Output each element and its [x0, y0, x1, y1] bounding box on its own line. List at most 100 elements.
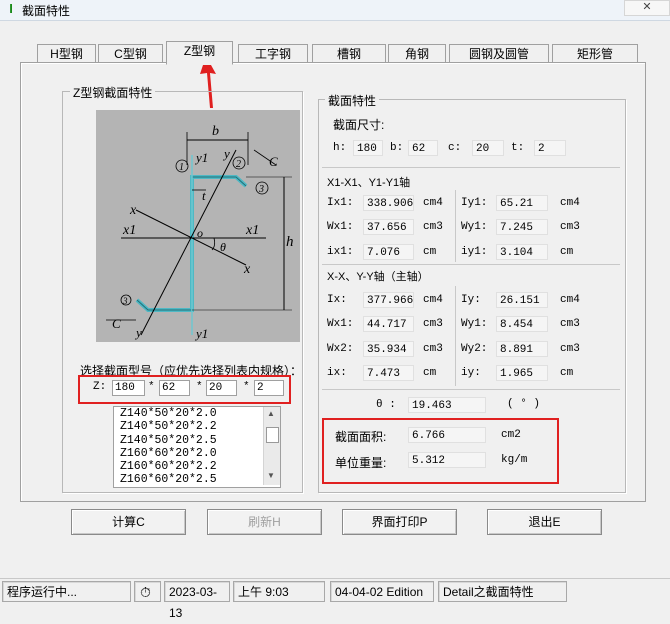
divider-1	[322, 167, 620, 168]
list-item[interactable]: Z140*50*20*2.2	[114, 420, 280, 433]
ix-unit: cm4	[423, 294, 443, 306]
label-x-left: x	[129, 203, 137, 218]
wy1b-value: 8.454	[496, 316, 548, 332]
calculate-button[interactable]: 计算C	[71, 509, 186, 535]
theta-unit: ( ° )	[507, 398, 541, 410]
sep-3: *	[243, 381, 250, 393]
status-state: 程序运行中...	[2, 581, 131, 602]
theta-value: 19.463	[408, 397, 486, 413]
exit-button[interactable]: 退出E	[487, 509, 602, 535]
label-y1-bottom: y1	[194, 326, 208, 341]
listbox-scrollbar[interactable]: ▲ ▼	[263, 407, 280, 485]
divider-v2	[455, 286, 456, 386]
t-input[interactable]	[254, 380, 284, 396]
label-origin: o	[197, 226, 203, 240]
tab-c-steel[interactable]: C型钢	[98, 44, 163, 64]
ix-label: Ix:	[327, 294, 347, 306]
z-section-drawing: b y1 y C 1 2 3 t x x1 o x1 θ x h 3 C y y…	[106, 124, 294, 341]
right-group-title: 截面特性	[325, 92, 380, 109]
status-edition: 04-04-02 Edition	[330, 581, 434, 602]
label-h: h	[286, 234, 294, 250]
refresh-button[interactable]: 刷新H	[207, 509, 322, 535]
status-detail: Detail之截面特性	[438, 581, 567, 602]
iy1r-label: iy1:	[461, 246, 488, 258]
scroll-up-icon[interactable]: ▲	[267, 409, 275, 418]
dim-t-label: t:	[511, 142, 525, 154]
size-label: 截面尺寸:	[333, 118, 385, 132]
spec-listbox[interactable]: Z140*50*20*2.0 Z140*50*20*2.2 Z140*50*20…	[113, 406, 281, 488]
tab-z-steel[interactable]: Z型钢	[166, 41, 233, 65]
wy2-label: Wy2:	[461, 343, 488, 355]
scroll-down-icon[interactable]: ▼	[267, 471, 275, 480]
area-value: 6.766	[408, 427, 486, 443]
tab-angle[interactable]: 角钢	[388, 44, 446, 64]
app-icon: I	[9, 1, 13, 16]
tab-h-steel[interactable]: H型钢	[37, 44, 96, 64]
tab-rect-tube[interactable]: 矩形管	[552, 44, 638, 64]
wy2-value: 8.891	[496, 341, 548, 357]
print-button[interactable]: 界面打印P	[342, 509, 457, 535]
label-x1-left: x1	[122, 223, 136, 238]
list-item[interactable]: Z160*60*20*2.5	[114, 473, 280, 486]
wy1b-unit: cm3	[560, 318, 580, 330]
wy1-value: 7.245	[496, 219, 548, 235]
label-circle-3b: 3	[122, 296, 128, 306]
c-input[interactable]	[206, 380, 237, 396]
tab-round-pipe[interactable]: 圆钢及圆管	[449, 44, 549, 64]
scroll-thumb[interactable]	[266, 427, 279, 443]
title-bar: I 截面特性 ✕	[0, 0, 670, 21]
ixr-unit: cm	[423, 367, 437, 379]
iyr-label: iy:	[461, 367, 481, 379]
ix1-unit: cm4	[423, 197, 443, 209]
label-y-bottom: y	[134, 325, 142, 340]
label-b: b	[212, 124, 219, 139]
iy1-value: 65.21	[496, 195, 548, 211]
label-circle-2: 2	[236, 159, 241, 170]
label-c-bottom: C	[112, 316, 121, 331]
iyr-value: 1.965	[496, 365, 548, 381]
weight-label: 单位重量:	[335, 456, 387, 470]
sep-2: *	[196, 381, 203, 393]
dim-h-label: h:	[333, 142, 347, 154]
ix1r-value: 7.076	[363, 244, 414, 260]
clock-icon: ⏱	[134, 581, 161, 602]
label-t: t	[202, 188, 206, 203]
list-item[interactable]: Z140*50*20*2.5	[114, 434, 280, 447]
ix1r-label: ix1:	[327, 246, 354, 258]
label-y-top: y	[222, 146, 230, 161]
dim-h-value: 180	[353, 140, 383, 156]
h-input[interactable]	[112, 380, 145, 396]
dim-t-value: 2	[534, 140, 566, 156]
iy1-label: Iy1:	[461, 197, 488, 209]
z-section-diagram: b y1 y C 1 2 3 t x x1 o x1 θ x h 3 C y y…	[96, 110, 300, 342]
dim-c-label: c:	[448, 142, 462, 154]
divider-3	[322, 389, 620, 390]
status-date: 2023-03-13	[164, 581, 230, 620]
label-y1-top: y1	[194, 150, 208, 165]
list-item[interactable]: Z160*60*20*2.0	[114, 447, 280, 460]
wx1b-value: 44.717	[363, 316, 414, 332]
z-label: Z:	[93, 381, 107, 393]
label-x1-right: x1	[245, 223, 259, 238]
iy1-unit: cm4	[560, 197, 580, 209]
tab-channel[interactable]: 槽钢	[312, 44, 386, 64]
wx1b-unit: cm3	[423, 318, 443, 330]
wx1b-label: Wx1:	[327, 318, 354, 330]
left-group-title: Z型钢截面特性	[70, 84, 156, 101]
list-item[interactable]: Z160*60*20*2.2	[114, 460, 280, 473]
b-input[interactable]	[159, 380, 190, 396]
wx1-unit: cm3	[423, 221, 443, 233]
area-unit: cm2	[501, 429, 521, 441]
tab-i-beam[interactable]: 工字钢	[238, 44, 308, 64]
iyr-unit: cm	[560, 367, 574, 379]
wx1-label: Wx1:	[327, 221, 354, 233]
ix-value: 377.966	[363, 292, 414, 308]
label-x-right: x	[243, 262, 251, 277]
label-circle-3: 3	[258, 184, 264, 195]
iy-value: 26.151	[496, 292, 548, 308]
ixr-value: 7.473	[363, 365, 414, 381]
sep-1: *	[148, 381, 155, 393]
close-button[interactable]: ✕	[624, 0, 670, 16]
list-item[interactable]: Z140*50*20*2.0	[114, 407, 280, 420]
ix1r-unit: cm	[423, 246, 437, 258]
